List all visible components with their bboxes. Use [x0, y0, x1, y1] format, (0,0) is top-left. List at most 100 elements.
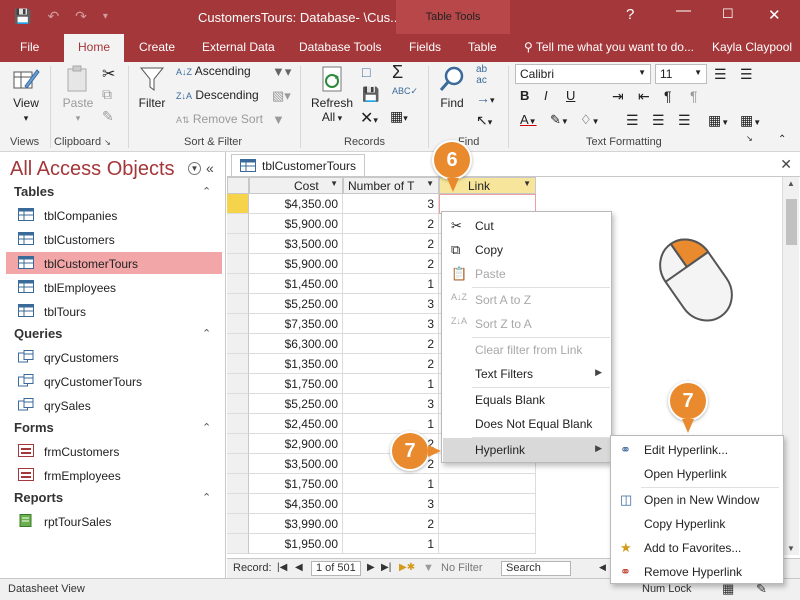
collapse-section-icon[interactable]: ⌃	[202, 491, 211, 504]
scroll-thumb[interactable]	[786, 199, 797, 245]
tab-fields[interactable]: Fields	[409, 38, 441, 56]
chevron-down-icon[interactable]: ▼	[523, 179, 531, 188]
nav-item-qrycustomers[interactable]: qryCustomers	[6, 346, 222, 368]
cell-number-of-tickets[interactable]: 2	[343, 214, 439, 234]
rtl-icon[interactable]: ¶	[690, 88, 698, 104]
remove-sort-button[interactable]: A⇅ Remove Sort	[176, 112, 263, 126]
cell-number-of-tickets[interactable]: 1	[343, 274, 439, 294]
collapse-section-icon[interactable]: ⌃	[202, 327, 211, 340]
find-button[interactable]: Find	[436, 64, 468, 110]
scroll-down-icon[interactable]: ▼	[787, 544, 795, 553]
dialog-launcher-icon[interactable]: ↘	[746, 134, 753, 143]
redo-icon[interactable]: ↷	[75, 8, 87, 25]
nav-section-forms[interactable]: Forms	[14, 420, 54, 435]
collapse-section-icon[interactable]: ⌃	[202, 421, 211, 434]
ascending-button[interactable]: A↓Z Ascending	[176, 64, 251, 78]
menu-item-text-filters[interactable]: Text Filters ▶	[443, 362, 610, 386]
cell-cost[interactable]: $7,350.00	[249, 314, 343, 334]
cell-cost[interactable]: $5,250.00	[249, 294, 343, 314]
menu-item-copy-hyperlink[interactable]: Copy Hyperlink	[612, 512, 782, 536]
align-left-icon[interactable]: ☰	[626, 112, 639, 129]
cell-link[interactable]	[439, 494, 536, 514]
row-selector[interactable]	[227, 394, 249, 414]
nav-item-qrysales[interactable]: qrySales	[6, 394, 222, 416]
cell-cost[interactable]: $6,300.00	[249, 334, 343, 354]
menu-item-equals-blank[interactable]: Equals Blank	[443, 388, 610, 412]
vertical-scrollbar[interactable]: ▲ ▼	[782, 177, 799, 555]
menu-item-open-hyperlink[interactable]: Open Hyperlink	[612, 462, 782, 486]
row-selector[interactable]	[227, 294, 249, 314]
row-selector[interactable]	[227, 534, 249, 554]
save-record-icon[interactable]: 💾	[362, 86, 379, 103]
menu-item-paste[interactable]: 📋 Paste	[443, 262, 610, 286]
cell-cost[interactable]: $1,750.00	[249, 474, 343, 494]
scroll-up-icon[interactable]: ▲	[787, 179, 795, 188]
delete-record-icon[interactable]: ✕▾	[360, 108, 378, 128]
nav-menu-chevron-icon[interactable]: ▼	[188, 162, 201, 175]
italic-button[interactable]: I	[544, 88, 548, 103]
underline-button[interactable]: U	[566, 88, 575, 103]
ltr-icon[interactable]: ¶	[664, 88, 672, 104]
document-tab[interactable]: tblCustomerTours	[231, 154, 365, 176]
nav-item-tbltours[interactable]: tblTours	[6, 300, 222, 322]
cell-number-of-tickets[interactable]: 1	[343, 534, 439, 554]
menu-item-cut[interactable]: ✂ Cut	[443, 214, 610, 238]
record-position-field[interactable]: 1 of 501	[311, 561, 361, 576]
filter-button[interactable]: Filter	[134, 64, 170, 110]
next-record-icon[interactable]: ▶	[367, 562, 375, 573]
bold-button[interactable]: B	[520, 88, 529, 103]
maximize-button[interactable]: ☐	[722, 6, 734, 22]
cell-cost[interactable]: $4,350.00	[249, 194, 343, 214]
tab-create[interactable]: Create	[139, 38, 175, 56]
help-icon[interactable]: ?	[626, 6, 634, 23]
cell-link[interactable]	[439, 534, 536, 554]
cell-cost[interactable]: $3,500.00	[249, 234, 343, 254]
cell-number-of-tickets[interactable]: 2	[343, 254, 439, 274]
numbering-icon[interactable]: ☰	[740, 66, 753, 83]
chevron-down-icon[interactable]: ▼	[330, 179, 338, 188]
customize-qat-icon[interactable]: ▾	[103, 8, 108, 25]
nav-collapse-icon[interactable]: «	[206, 160, 214, 176]
cell-cost[interactable]: $5,900.00	[249, 214, 343, 234]
tab-file[interactable]: File	[20, 38, 39, 56]
menu-item-hyperlink[interactable]: Hyperlink ▶	[443, 438, 610, 462]
cell-cost[interactable]: $1,350.00	[249, 354, 343, 374]
cell-cost[interactable]: $2,900.00	[249, 434, 343, 454]
nav-item-frmcustomers[interactable]: frmCustomers	[6, 440, 222, 462]
first-record-icon[interactable]: |◀	[277, 562, 287, 573]
last-record-icon[interactable]: ▶|	[381, 562, 391, 573]
view-button[interactable]: View ▾	[8, 64, 44, 124]
cell-cost[interactable]: $3,990.00	[249, 514, 343, 534]
toggle-filter-icon[interactable]: ▼	[272, 112, 285, 127]
cell-cost[interactable]: $5,250.00	[249, 394, 343, 414]
menu-item-edit-hyperlink[interactable]: ⚭ Edit Hyperlink...	[612, 438, 782, 462]
cell-number-of-tickets[interactable]: 2	[343, 234, 439, 254]
cell-number-of-tickets[interactable]: 3	[343, 494, 439, 514]
align-right-icon[interactable]: ☰	[678, 112, 691, 129]
row-selector[interactable]	[227, 434, 249, 454]
cell-cost[interactable]: $1,950.00	[249, 534, 343, 554]
cell-number-of-tickets[interactable]: 3	[343, 294, 439, 314]
cell-link[interactable]	[439, 514, 536, 534]
cell-cost[interactable]: $5,900.00	[249, 254, 343, 274]
nav-section-queries[interactable]: Queries	[14, 326, 62, 341]
row-selector[interactable]	[227, 234, 249, 254]
menu-item-open-new-window[interactable]: ◫ Open in New Window	[612, 488, 782, 512]
search-field[interactable]: Search	[501, 561, 571, 576]
cell-cost[interactable]: $1,750.00	[249, 374, 343, 394]
fill-color-button[interactable]: ♢▼	[580, 112, 600, 128]
user-name[interactable]: Kayla Claypool	[712, 40, 792, 54]
new-record-icon[interactable]: □	[362, 64, 370, 80]
column-header-number-of-t[interactable]: Number of T ▼	[343, 177, 439, 194]
selection-filter-icon[interactable]: ▼▾	[272, 64, 291, 80]
cell-number-of-tickets[interactable]: 2	[343, 514, 439, 534]
font-color-button[interactable]: A▼	[520, 112, 537, 127]
minimize-button[interactable]: —	[676, 2, 691, 19]
cell-number-of-tickets[interactable]: 1	[343, 374, 439, 394]
outdent-icon[interactable]: ⇤	[638, 88, 650, 105]
tab-database-tools[interactable]: Database Tools	[299, 38, 382, 56]
cell-number-of-tickets[interactable]: 3	[343, 314, 439, 334]
row-selector[interactable]	[227, 514, 249, 534]
new-blank-record-icon[interactable]: ▶✱	[399, 562, 415, 573]
close-document-icon[interactable]: ✕	[780, 156, 792, 173]
